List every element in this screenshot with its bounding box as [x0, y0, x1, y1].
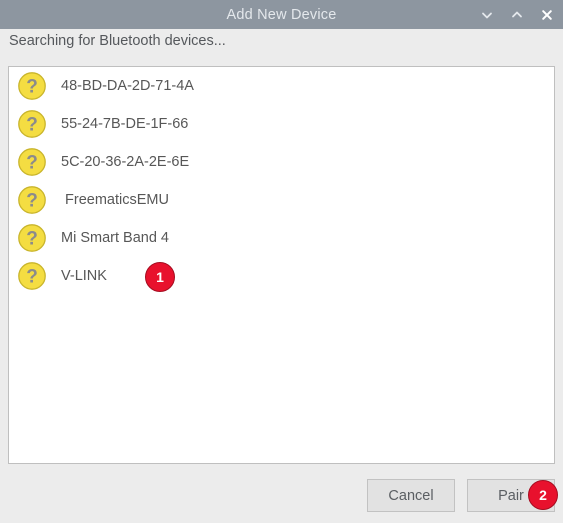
unknown-device-icon: ? — [18, 186, 46, 214]
unknown-device-icon: ? — [18, 262, 46, 290]
list-item[interactable]: ? 55-24-7B-DE-1F-66 — [9, 105, 554, 143]
list-item[interactable]: ? 5C-20-36-2A-2E-6E — [9, 143, 554, 181]
svg-text:?: ? — [26, 77, 38, 98]
dialog-button-bar: Cancel Pair — [0, 478, 563, 513]
unknown-device-icon: ? — [18, 110, 46, 138]
window-controls — [479, 0, 555, 29]
device-list[interactable]: ? 48-BD-DA-2D-71-4A ? 55-24-7B-DE-1F-66 … — [8, 66, 555, 464]
search-status-text: Searching for Bluetooth devices... — [9, 33, 226, 49]
svg-text:?: ? — [26, 115, 38, 136]
window-title: Add New Device — [226, 6, 337, 23]
cancel-button[interactable]: Cancel — [367, 479, 455, 512]
unknown-device-icon: ? — [18, 224, 46, 252]
svg-text:?: ? — [26, 191, 38, 212]
device-name: 48-BD-DA-2D-71-4A — [61, 78, 194, 94]
device-name: V-LINK — [61, 268, 107, 284]
svg-text:?: ? — [26, 267, 38, 288]
list-item[interactable]: ? 48-BD-DA-2D-71-4A — [9, 67, 554, 105]
annotation-marker-1: 1 — [145, 262, 175, 292]
device-name: FreematicsEMU — [61, 192, 169, 208]
list-item[interactable]: ? Mi Smart Band 4 — [9, 219, 554, 257]
unknown-device-icon: ? — [18, 148, 46, 176]
minimize-icon[interactable] — [479, 7, 495, 23]
list-item[interactable]: ? FreematicsEMU — [9, 181, 554, 219]
list-item[interactable]: ? V-LINK — [9, 257, 554, 295]
svg-text:?: ? — [26, 153, 38, 174]
device-name: 5C-20-36-2A-2E-6E — [61, 154, 190, 170]
unknown-device-icon: ? — [18, 72, 46, 100]
maximize-icon[interactable] — [509, 7, 525, 23]
window-titlebar: Add New Device — [0, 0, 563, 29]
close-icon[interactable] — [539, 7, 555, 23]
svg-text:?: ? — [26, 229, 38, 250]
annotation-marker-2: 2 — [528, 480, 558, 510]
device-name: 55-24-7B-DE-1F-66 — [61, 116, 189, 132]
device-name: Mi Smart Band 4 — [61, 230, 169, 246]
